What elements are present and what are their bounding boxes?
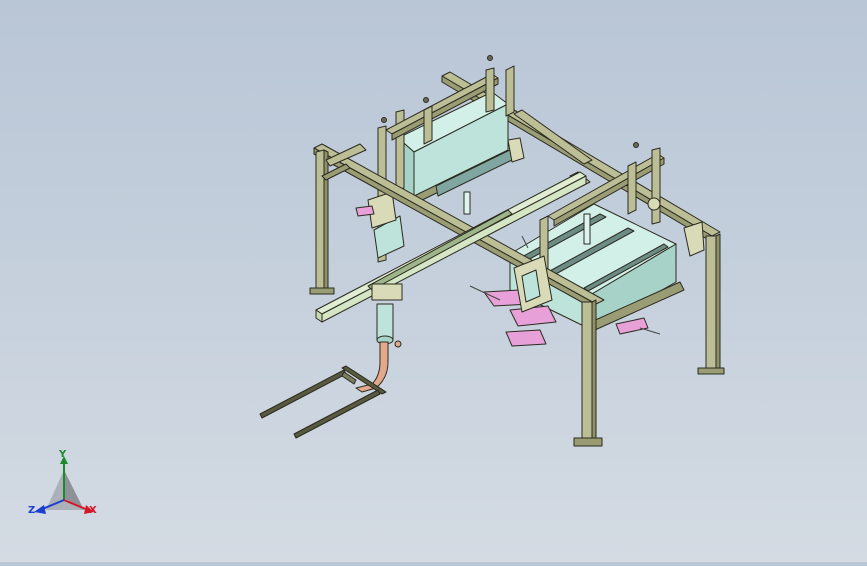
axis-triad: Y X Z: [26, 448, 106, 524]
cad-viewport[interactable]: Y X Z: [0, 0, 867, 562]
y-axis-label: Y: [59, 449, 67, 460]
left-front-leg: [315, 149, 325, 293]
fork-tine-lower: [293, 389, 381, 439]
fork-tine-upper: [259, 369, 347, 419]
carriage-block: [371, 283, 403, 301]
fork-assembly: [259, 365, 387, 439]
x-axis-label: X: [89, 505, 97, 516]
front-right-foot: [573, 437, 603, 447]
right-back-leg: [705, 235, 717, 371]
front-right-leg: [581, 301, 593, 441]
right-back-foot: [697, 367, 725, 375]
z-axis-label: Z: [28, 505, 36, 516]
cad-model[interactable]: [0, 0, 867, 562]
